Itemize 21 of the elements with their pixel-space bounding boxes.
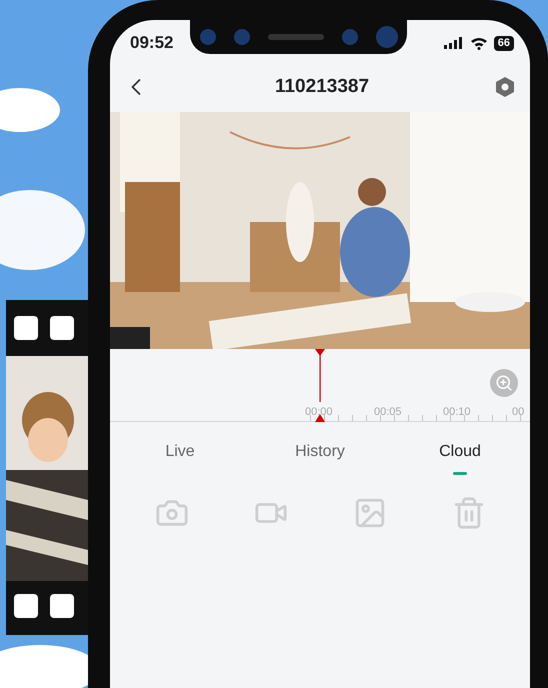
settings-icon[interactable] [494, 76, 516, 98]
lens-icon [234, 29, 250, 45]
time-label: 00:05 [374, 405, 403, 420]
lens-icon [376, 26, 398, 48]
zoom-in-icon [495, 374, 513, 392]
lens-icon [200, 29, 216, 45]
view-tab[interactable]: Cloud [390, 440, 530, 475]
time-label: 00:00 [305, 405, 334, 420]
time-label: 00 [512, 405, 526, 420]
tab-indicator [453, 472, 467, 475]
view-tab[interactable]: History [250, 440, 390, 464]
time-label: 00:10 [443, 405, 472, 420]
device-title: 110213387 [274, 74, 370, 99]
status-time: 09:52 [130, 32, 174, 54]
wifi-icon [470, 36, 488, 50]
lens-icon [342, 29, 358, 45]
speaker-icon [268, 34, 324, 40]
zoom-in-button[interactable] [490, 369, 518, 397]
battery-level: 66 [494, 36, 514, 50]
signal-icon [444, 37, 464, 49]
view-tab[interactable]: Live [110, 440, 250, 464]
